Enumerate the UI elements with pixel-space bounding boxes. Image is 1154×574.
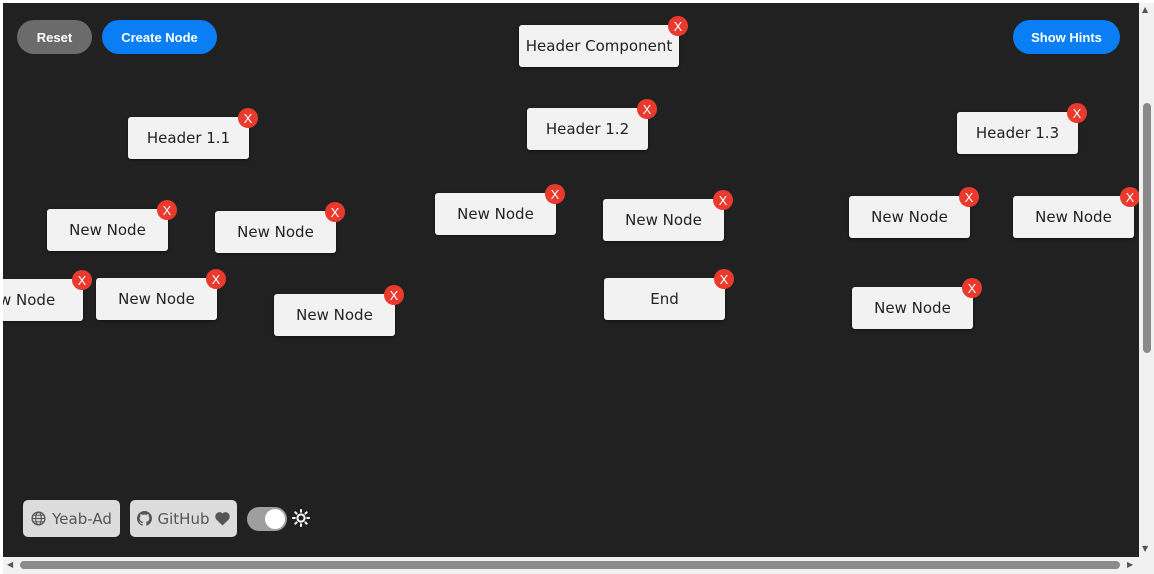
delete-node-button[interactable]: X: [72, 270, 92, 290]
delete-node-button[interactable]: X: [637, 99, 657, 119]
sun-icon: [292, 509, 310, 527]
node-label: End: [650, 290, 679, 308]
node-new-node[interactable]: New Node X: [47, 200, 177, 251]
delete-node-button[interactable]: X: [1120, 187, 1139, 207]
node-header-component[interactable]: Header Component X: [519, 16, 688, 67]
delete-node-button[interactable]: X: [325, 202, 345, 222]
delete-node-button[interactable]: X: [157, 200, 177, 220]
node-new-node[interactable]: New Node X: [852, 278, 982, 329]
node-label: Header 1.1: [146, 129, 231, 147]
node-label: Header 1.3: [975, 124, 1060, 142]
delete-node-button[interactable]: X: [545, 184, 565, 204]
delete-node-button[interactable]: X: [959, 187, 979, 207]
globe-icon: [31, 511, 46, 526]
node-new-node[interactable]: New Node X: [96, 269, 226, 320]
node-new-node[interactable]: New Node X: [215, 202, 345, 253]
node-label: New Node: [871, 208, 948, 226]
vertical-scrollbar[interactable]: ▲ ▼: [1139, 3, 1154, 557]
github-icon: [136, 511, 152, 526]
node-label: Header 1.2: [545, 120, 630, 138]
delete-node-button[interactable]: X: [714, 269, 734, 289]
delete-node-button[interactable]: X: [668, 16, 688, 36]
flow-canvas[interactable]: Reset Create Node Show Hints Header Comp…: [3, 3, 1139, 557]
node-label: New Node: [1035, 208, 1112, 226]
node-label: New Node: [625, 211, 702, 229]
node-header-1-3[interactable]: Header 1.3 X: [957, 103, 1087, 154]
delete-node-button[interactable]: X: [384, 285, 404, 305]
github-link[interactable]: GitHub: [130, 500, 237, 537]
node-new-node[interactable]: New Node X: [603, 190, 733, 241]
delete-node-button[interactable]: X: [238, 108, 258, 128]
node-new-node[interactable]: New Node X: [849, 187, 979, 238]
delete-node-button[interactable]: X: [713, 190, 733, 210]
website-label: Yeab-Ad: [52, 509, 112, 528]
node-label: New Node: [118, 290, 195, 308]
node-end[interactable]: End X: [604, 269, 734, 320]
scroll-down-arrow-icon[interactable]: ▼: [1142, 544, 1148, 553]
website-link[interactable]: Yeab-Ad: [23, 500, 120, 537]
horizontal-scroll-thumb[interactable]: [20, 561, 1120, 569]
delete-node-button[interactable]: X: [206, 269, 226, 289]
horizontal-scrollbar[interactable]: ◀ ▶: [3, 557, 1154, 574]
node-new-node[interactable]: w Node X: [3, 270, 92, 321]
node-label: New Node: [296, 306, 373, 324]
node-label: New Node: [69, 221, 146, 239]
create-node-button[interactable]: Create Node: [102, 20, 217, 54]
node-header-1-2[interactable]: Header 1.2 X: [527, 99, 657, 150]
heart-icon: [215, 511, 231, 526]
node-label: Header Component: [525, 37, 673, 55]
node-label: New Node: [457, 205, 534, 223]
node-new-node[interactable]: New Node X: [274, 285, 404, 336]
toggle-knob: [265, 509, 285, 529]
node-new-node[interactable]: New Node X: [1013, 187, 1139, 238]
node-label: New Node: [874, 299, 951, 317]
reset-button[interactable]: Reset: [17, 20, 92, 54]
theme-toggle[interactable]: [247, 507, 287, 531]
node-new-node[interactable]: New Node X: [435, 184, 565, 235]
scroll-left-arrow-icon[interactable]: ◀: [7, 560, 13, 569]
delete-node-button[interactable]: X: [1067, 103, 1087, 123]
scroll-up-arrow-icon[interactable]: ▲: [1142, 5, 1148, 14]
show-hints-button[interactable]: Show Hints: [1013, 20, 1120, 54]
github-label: GitHub: [157, 509, 210, 528]
node-label: w Node: [3, 291, 56, 309]
delete-node-button[interactable]: X: [962, 278, 982, 298]
scroll-right-arrow-icon[interactable]: ▶: [1127, 560, 1133, 569]
vertical-scroll-thumb[interactable]: [1143, 103, 1151, 353]
node-header-1-1[interactable]: Header 1.1 X: [128, 108, 258, 159]
node-label: New Node: [237, 223, 314, 241]
